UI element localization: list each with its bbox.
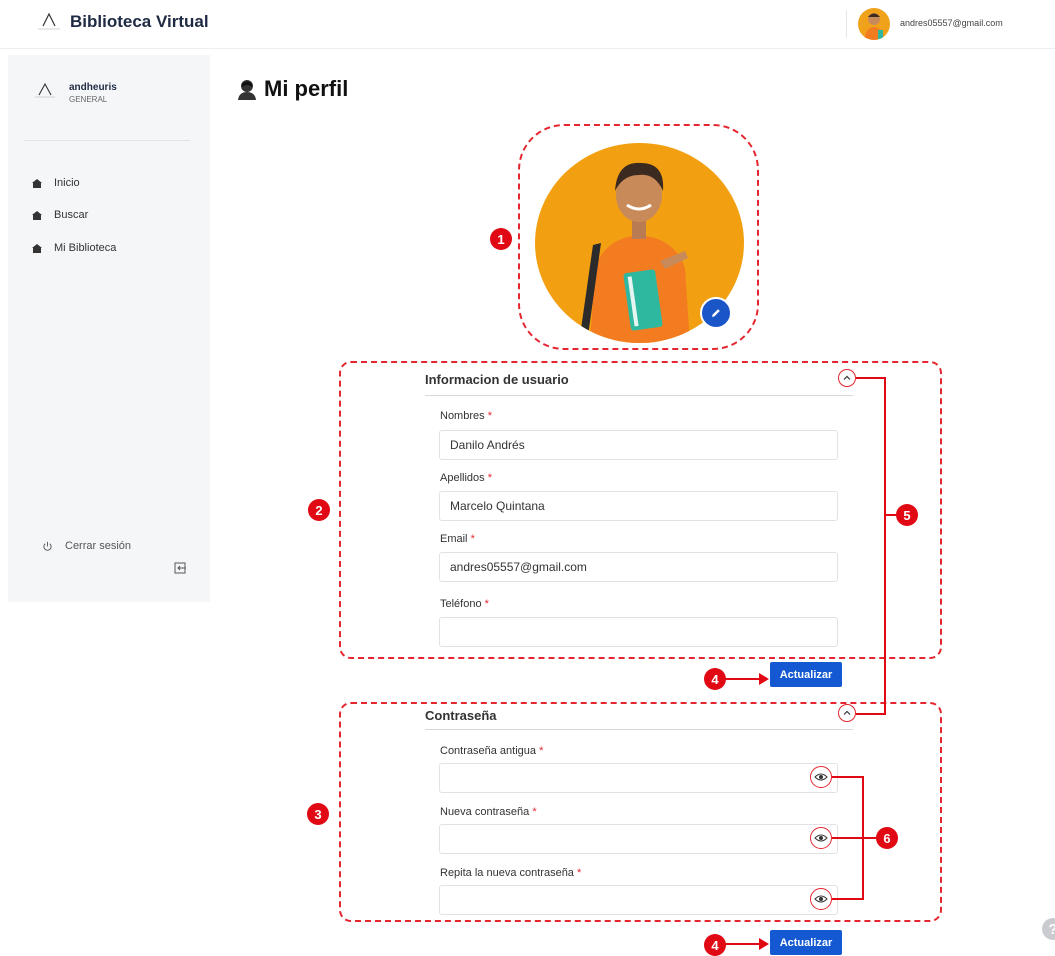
old-password-input[interactable] — [439, 763, 838, 793]
annotation-connector — [856, 377, 886, 379]
nombres-label: Nombres * — [440, 410, 492, 422]
telefono-label: Teléfono * — [440, 598, 489, 610]
annotation-badge-5: 5 — [896, 504, 918, 526]
annotation-connector — [862, 776, 864, 900]
sidebar-item-mi-biblioteca[interactable]: Mi Biblioteca — [32, 239, 116, 257]
user-info-section-title: Informacion de usuario — [425, 372, 569, 387]
nombres-input[interactable] — [439, 430, 838, 460]
sidebar-username: andheuris — [69, 82, 117, 93]
annotation-badge-3: 3 — [307, 803, 329, 825]
annotation-connector — [884, 377, 886, 715]
annotation-connector — [832, 776, 864, 778]
repeat-password-input[interactable] — [439, 885, 838, 915]
toggle-repeat-password-button[interactable] — [810, 888, 832, 910]
annotation-badge-6: 6 — [876, 827, 898, 849]
page-title: Mi perfil — [236, 76, 348, 102]
home-icon — [32, 179, 42, 188]
chevron-up-icon — [843, 710, 851, 715]
home-icon — [32, 244, 42, 253]
pencil-icon — [712, 309, 720, 317]
chevron-up-icon — [843, 375, 851, 380]
telefono-input[interactable] — [439, 617, 838, 647]
power-icon — [43, 541, 52, 551]
annotation-arrow — [725, 678, 761, 680]
eye-icon — [814, 895, 828, 903]
repeat-password-label: Repita la nueva contraseña * — [440, 867, 582, 879]
annotation-badge-1: 1 — [490, 228, 512, 250]
eye-icon — [814, 773, 828, 781]
user-info-divider — [425, 395, 853, 396]
email-input[interactable] — [439, 552, 838, 582]
logout-button[interactable]: Cerrar sesión — [42, 540, 131, 552]
annotation-badge-2: 2 — [308, 499, 330, 521]
password-divider — [425, 729, 853, 730]
sidebar-user-role: GENERAL — [69, 95, 108, 104]
sidebar: andheuris GENERAL Inicio Buscar Mi Bibli… — [8, 55, 210, 602]
annotation-badge-4-second: 4 — [704, 934, 726, 956]
toggle-new-password-button[interactable] — [810, 827, 832, 849]
sidebar-item-buscar[interactable]: Buscar — [32, 206, 88, 224]
home-icon — [32, 211, 42, 220]
email-label: Email * — [440, 533, 475, 545]
logout-label: Cerrar sesión — [65, 540, 132, 552]
sidebar-item-label: Buscar — [54, 209, 89, 221]
arrow-head-icon — [759, 938, 769, 950]
old-password-label: Contraseña antigua * — [440, 745, 544, 757]
sidebar-item-label: Mi Biblioteca — [54, 242, 117, 254]
collapse-password-button[interactable] — [838, 704, 856, 722]
app-title: Biblioteca Virtual — [70, 12, 209, 31]
annotation-connector — [884, 514, 896, 516]
sign-out-icon[interactable] — [174, 562, 187, 574]
password-section-title: Contraseña — [425, 708, 497, 723]
edit-photo-button[interactable] — [700, 297, 732, 329]
annotation-connector — [832, 898, 864, 900]
annotation-connector — [856, 713, 886, 715]
page-title-text: Mi perfil — [264, 76, 349, 101]
toggle-old-password-button[interactable] — [810, 766, 832, 788]
sidebar-divider — [24, 140, 190, 141]
annotation-badge-4: 4 — [704, 668, 726, 690]
sidebar-item-label: Inicio — [54, 177, 80, 189]
new-password-label: Nueva contraseña * — [440, 806, 537, 818]
update-password-button[interactable]: Actualizar — [770, 930, 842, 955]
new-password-input[interactable] — [439, 824, 838, 854]
apellidos-label: Apellidos * — [440, 472, 492, 484]
header-divider — [846, 10, 847, 38]
sidebar-item-inicio[interactable]: Inicio — [32, 174, 80, 192]
arrow-head-icon — [759, 673, 769, 685]
help-icon[interactable]: ? — [1042, 918, 1055, 940]
header-user-email[interactable]: andres05557@gmail.com — [900, 18, 1003, 28]
user-profile-icon — [238, 80, 256, 100]
sidebar-logo-icon — [35, 82, 55, 98]
collapse-user-info-button[interactable] — [838, 369, 856, 387]
eye-icon — [814, 834, 828, 842]
annotation-arrow — [725, 943, 761, 945]
library-logo-icon — [38, 12, 60, 30]
annotation-connector — [832, 837, 877, 839]
user-avatar[interactable] — [858, 8, 890, 40]
apellidos-input[interactable] — [439, 491, 838, 521]
update-user-info-button[interactable]: Actualizar — [770, 662, 842, 687]
